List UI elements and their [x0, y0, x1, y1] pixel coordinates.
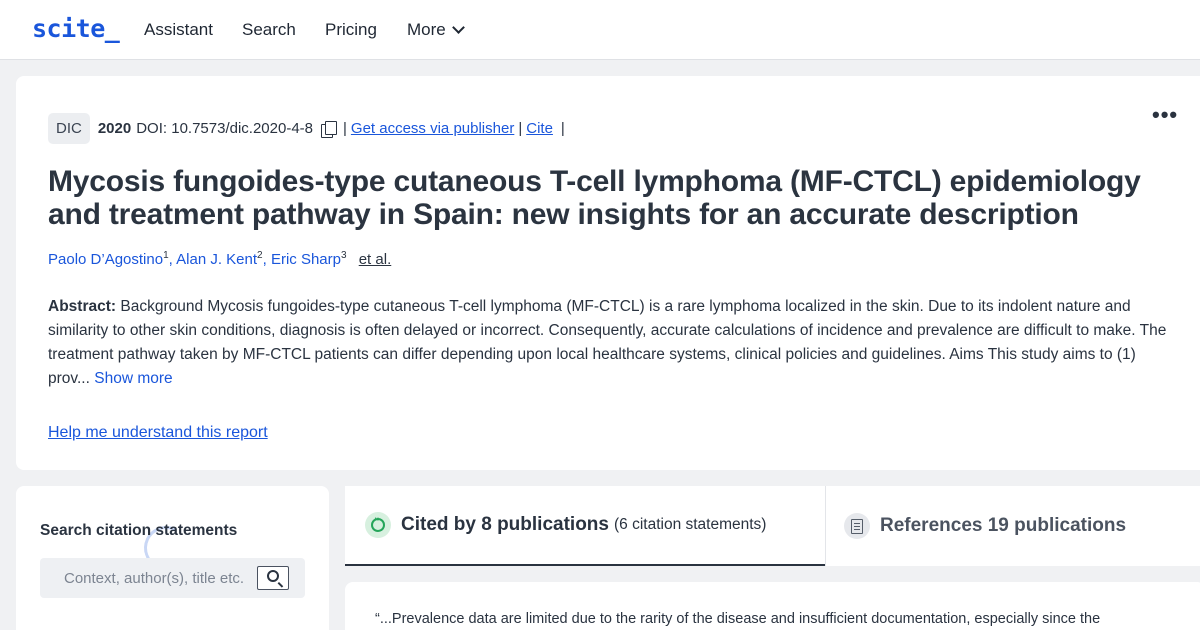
- nav-pricing[interactable]: Pricing: [325, 20, 377, 40]
- help-understand-link[interactable]: Help me understand this report: [48, 424, 268, 442]
- search-icon: [267, 570, 279, 582]
- doi-text: DOI: 10.7573/dic.2020-4-8: [136, 120, 313, 137]
- journal-badge[interactable]: DIC: [48, 113, 90, 144]
- author-list: Paolo D’Agostino1, Alan J. Kent2, Eric S…: [48, 250, 392, 268]
- get-access-link[interactable]: Get access via publisher: [351, 120, 514, 137]
- citation-quote: “...Prevalence data are limited due to t…: [375, 611, 1195, 627]
- abstract-text: Background Mycosis fungoides-type cutane…: [48, 298, 1167, 387]
- scite-logo[interactable]: scite_: [32, 14, 120, 43]
- copy-icon[interactable]: [321, 120, 337, 138]
- nav-more-label: More: [407, 20, 446, 39]
- author-affiliation: 1: [163, 250, 169, 261]
- et-al-link[interactable]: et al.: [359, 251, 392, 268]
- nav-search[interactable]: Search: [242, 20, 296, 40]
- search-citations-panel: Search citation statements: [16, 486, 329, 630]
- nav-more-dropdown[interactable]: More: [407, 20, 465, 40]
- author-link[interactable]: Paolo D’Agostino: [48, 251, 163, 268]
- nav-assistant[interactable]: Assistant: [144, 20, 213, 40]
- citation-tabs: Cited by 8 publications (6 citation stat…: [345, 486, 1200, 566]
- chevron-down-icon: [451, 21, 465, 34]
- top-navigation: scite_ Assistant Search Pricing More: [0, 0, 1200, 60]
- citation-statements-count: (6 citation statements): [613, 516, 767, 533]
- separator: |: [518, 120, 523, 137]
- references-title: References 19 publications: [880, 515, 1127, 536]
- author-affiliation: 3: [340, 250, 347, 261]
- show-more-link[interactable]: Show more: [94, 370, 172, 387]
- publication-year: 2020: [97, 120, 132, 137]
- citation-search-input[interactable]: [40, 558, 250, 598]
- more-options-icon[interactable]: •••: [1152, 102, 1178, 128]
- cited-by-title: Cited by 8 publications: [401, 514, 609, 535]
- document-icon: [844, 513, 870, 539]
- search-citations-label: Search citation statements: [40, 522, 238, 539]
- abstract-label: Abstract:: [48, 298, 117, 315]
- separator: |: [343, 120, 347, 137]
- citation-statement-card: “...Prevalence data are limited due to t…: [345, 582, 1200, 630]
- citation-search-box: [40, 558, 305, 598]
- search-button[interactable]: [257, 566, 289, 590]
- author-affiliation: 2: [257, 250, 263, 261]
- abstract: Abstract: Background Mycosis fungoides-t…: [48, 295, 1173, 391]
- citation-bubble-icon: [365, 512, 391, 538]
- article-meta: DIC 2020 DOI: 10.7573/dic.2020-4-8 | Get…: [48, 113, 569, 144]
- article-title: Mycosis fungoides-type cutaneous T-cell …: [48, 165, 1141, 231]
- separator: |: [560, 120, 565, 137]
- tab-references[interactable]: References 19 publications: [825, 486, 1200, 566]
- cite-link[interactable]: Cite: [526, 120, 553, 137]
- article-card: DIC 2020 DOI: 10.7573/dic.2020-4-8 | Get…: [16, 76, 1200, 470]
- tab-cited-by[interactable]: Cited by 8 publications (6 citation stat…: [345, 486, 825, 566]
- author-link[interactable]: Eric Sharp: [271, 251, 341, 268]
- author-link[interactable]: Alan J. Kent: [176, 251, 257, 268]
